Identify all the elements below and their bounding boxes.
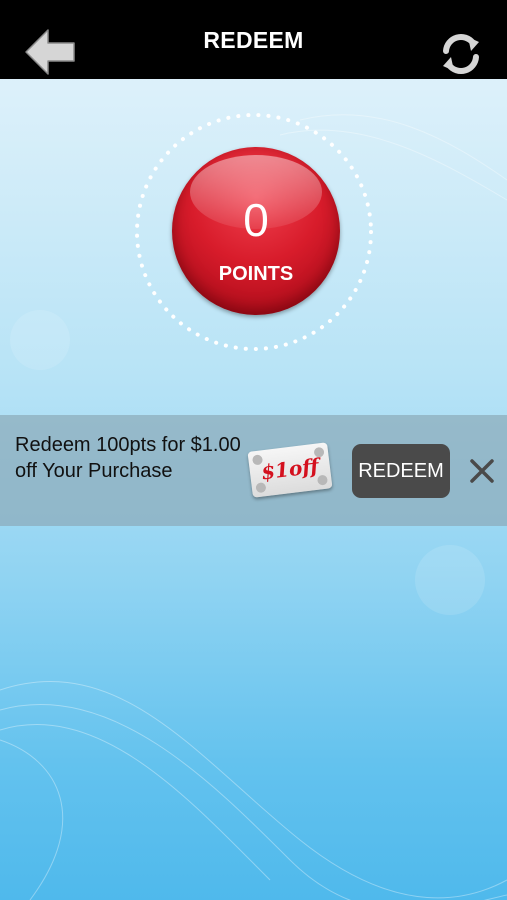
coupon-image: $1off	[247, 442, 333, 498]
points-value: 0	[243, 194, 269, 246]
redeem-button[interactable]: REDEEM	[352, 444, 450, 498]
points-label: POINTS	[218, 263, 294, 285]
reward-item: Redeem 100pts for $1.00 off Your Purchas…	[0, 415, 507, 526]
reward-description: Redeem 100pts for $1.00 off Your Purchas…	[15, 434, 241, 482]
top-bar: REDEEM	[0, 0, 507, 79]
refresh-button[interactable]	[437, 30, 485, 78]
page-title: REDEEM	[203, 27, 304, 53]
points-badge: 0 POINTS	[172, 147, 340, 315]
refresh-icon	[443, 34, 479, 74]
close-icon	[470, 459, 494, 483]
dismiss-button[interactable]	[468, 457, 496, 485]
